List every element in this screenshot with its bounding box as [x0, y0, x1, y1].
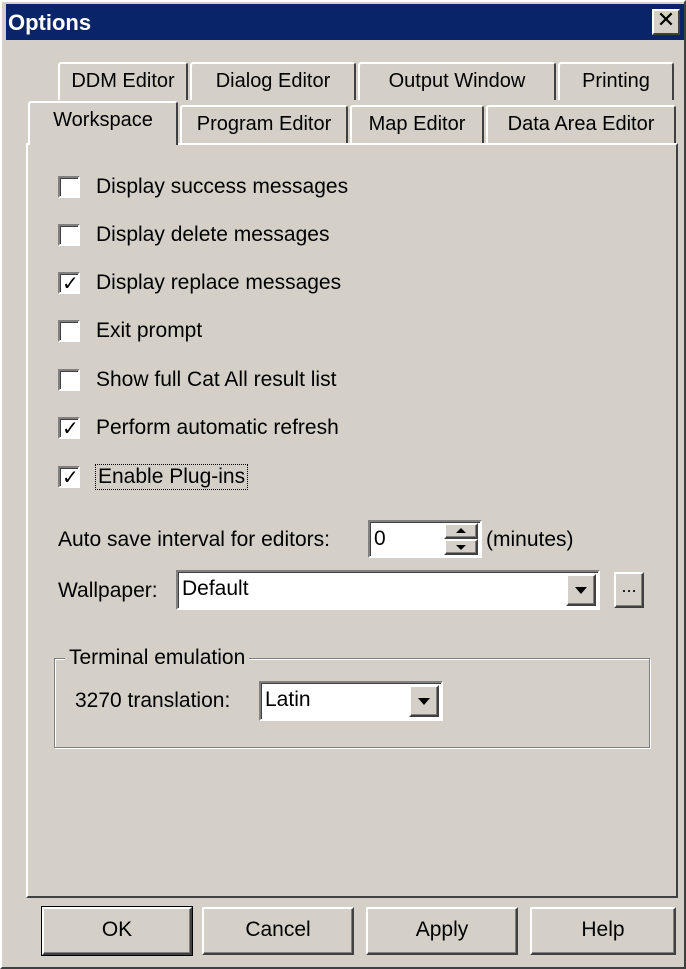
checkbox-label: Enable Plug-ins [94, 464, 249, 490]
checkbox-show-full-cat-all[interactable]: Show full Cat All result list [58, 366, 336, 394]
checkbox-box[interactable] [58, 224, 80, 246]
ok-button[interactable]: OK [41, 906, 193, 956]
translation-dropdown-button[interactable] [409, 685, 439, 717]
tab-map-editor[interactable]: Map Editor [350, 105, 484, 143]
arrow-down-icon [456, 545, 466, 550]
tab-data-area-editor[interactable]: Data Area Editor [486, 105, 676, 143]
checkbox-box[interactable] [58, 176, 80, 198]
help-button[interactable]: Help [530, 907, 676, 955]
checkbox-automatic-refresh[interactable]: ✓ Perform automatic refresh [58, 414, 339, 442]
checkbox-display-delete[interactable]: Display delete messages [58, 221, 329, 249]
check-icon: ✓ [62, 416, 79, 440]
checkbox-label: Show full Cat All result list [96, 368, 337, 391]
wallpaper-select[interactable]: Default [176, 570, 600, 610]
checkbox-display-replace[interactable]: ✓ Display replace messages [58, 269, 341, 297]
checkbox-label: Display delete messages [96, 223, 330, 246]
checkbox-label: Exit prompt [96, 319, 203, 342]
group-title: Terminal emulation [65, 646, 250, 670]
cancel-button[interactable]: Cancel [202, 907, 354, 955]
autosave-unit: (minutes) [486, 528, 574, 551]
wallpaper-dropdown-button[interactable] [566, 574, 596, 606]
check-icon: ✓ [62, 465, 79, 489]
close-button[interactable]: ✕ [652, 9, 680, 35]
terminal-emulation-group: Terminal emulation 3270 translation: Lat… [54, 646, 650, 748]
autosave-label: Auto save interval for editors: [58, 528, 330, 551]
chevron-down-icon [418, 698, 430, 705]
checkbox-enable-plugins[interactable]: ✓ Enable Plug-ins [58, 463, 249, 491]
checkbox-display-success[interactable]: Display success messages [58, 173, 348, 201]
wallpaper-label: Wallpaper: [58, 579, 158, 602]
translation-label: 3270 translation: [75, 689, 231, 712]
close-icon: ✕ [656, 8, 676, 33]
title-bar[interactable]: Options ✕ [6, 4, 684, 40]
checkbox-box[interactable]: ✓ [58, 416, 80, 440]
arrow-up-icon [456, 528, 466, 533]
options-dialog: Options ✕ DDM Editor Dialog Editor Outpu… [0, 0, 686, 969]
checkbox-label: Display success messages [96, 175, 349, 198]
tab-program-editor[interactable]: Program Editor [180, 105, 348, 143]
tab-dialog-editor[interactable]: Dialog Editor [190, 62, 356, 100]
chevron-down-icon [575, 587, 587, 594]
tab-workspace[interactable]: Workspace [28, 101, 178, 145]
checkbox-box[interactable] [58, 369, 80, 391]
tab-printing[interactable]: Printing [558, 62, 674, 100]
wallpaper-browse-button[interactable]: ... [614, 572, 644, 608]
tab-output-window[interactable]: Output Window [358, 62, 556, 100]
workspace-panel: Display success messages Display delete … [26, 143, 678, 898]
tab-ddm-editor[interactable]: DDM Editor [58, 62, 188, 100]
window-title: Options [8, 10, 92, 35]
spin-up-button[interactable] [444, 523, 478, 539]
checkbox-box[interactable] [58, 320, 80, 342]
checkbox-box[interactable]: ✓ [58, 271, 80, 295]
checkbox-box[interactable]: ✓ [58, 465, 80, 489]
checkbox-label: Display replace messages [96, 271, 342, 294]
spin-down-button[interactable] [444, 539, 478, 555]
checkbox-exit-prompt[interactable]: Exit prompt [58, 317, 202, 345]
apply-button[interactable]: Apply [366, 907, 518, 955]
checkbox-label: Perform automatic refresh [96, 416, 339, 439]
check-icon: ✓ [62, 271, 79, 295]
